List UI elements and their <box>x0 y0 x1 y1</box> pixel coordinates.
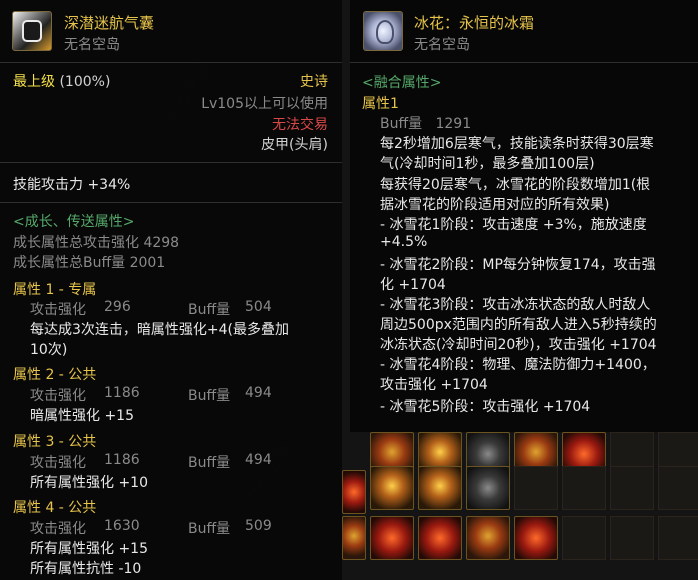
inventory-slot-item[interactable] <box>418 466 462 510</box>
growth-total-attack: 成长属性总攻击强化 4298 <box>13 235 180 251</box>
trade-status: 无法交易 <box>272 117 328 133</box>
fusion-section-title: <融合属性> <box>362 75 442 91</box>
fusion-desc-line: - 冰雪花4阶段：物理、魔法防御力+1400， <box>380 357 656 373</box>
attribute-desc: 所有属性强化 +15 <box>30 541 148 557</box>
item-name: 冰花：永恒的冰霜 <box>414 14 535 32</box>
attribute-buff-value: 504 <box>245 299 272 315</box>
attribute-buff-label: Buff量 <box>188 521 231 537</box>
inventory-slot-empty[interactable] <box>562 466 606 510</box>
inventory-slot-empty[interactable] <box>562 516 606 560</box>
divider <box>0 162 342 163</box>
attribute-desc: 所有属性抗性 -10 <box>30 561 142 577</box>
attribute-desc: 每达成3次连击，暗属性强化+4(最多叠加 <box>30 322 290 338</box>
inventory-slot-item[interactable] <box>514 516 558 560</box>
fusion-desc-line: 化 +1704 <box>380 277 446 293</box>
attribute-buff-value: 509 <box>245 518 272 534</box>
attribute-buff-label: Buff量 <box>188 302 231 318</box>
inventory-slot-empty[interactable] <box>514 466 558 510</box>
fusion-attribute-title: 属性1 <box>362 96 399 112</box>
attribute-attack-label: 攻击强化 <box>30 388 86 404</box>
grade-percent: (100%) <box>59 74 111 90</box>
fusion-desc-line: - 冰雪花5阶段：攻击强化 +1704 <box>380 399 591 415</box>
item-icon <box>12 11 52 51</box>
growth-total-buff: 成长属性总Buff量 2001 <box>13 255 166 271</box>
inventory-slot-item[interactable] <box>342 516 366 560</box>
skill-attack: 技能攻击力 +34% <box>13 177 131 193</box>
attribute-attack-label: 攻击强化 <box>30 455 86 471</box>
attribute-attack-label: 攻击强化 <box>30 521 86 537</box>
rarity-label: 史诗 <box>300 74 328 90</box>
fusion-desc-line: 每获得20层寒气，冰雪花的阶段数增加1(根 <box>380 177 651 193</box>
grade-line: 最上级 (100%) <box>13 71 110 91</box>
attribute-buff-label: Buff量 <box>188 388 231 404</box>
inventory-slot-empty[interactable] <box>658 466 698 510</box>
attribute-attack-value: 296 <box>104 299 131 315</box>
inventory-slot-empty[interactable] <box>610 466 654 510</box>
attribute-attack-value: 1186 <box>104 452 140 468</box>
attribute-title: 属性 3 - 公共 <box>13 434 97 450</box>
inventory-slot-item[interactable] <box>370 466 414 510</box>
attribute-title: 属性 2 - 公共 <box>13 367 97 383</box>
fusion-buff-value: Buff量 1291 <box>380 116 472 132</box>
server-name: 无名空岛 <box>414 37 470 53</box>
inventory-slot-item[interactable] <box>466 466 510 510</box>
item-name: 深潜迷航气囊 <box>64 14 155 32</box>
growth-section-title: <成长、传送属性> <box>13 214 135 230</box>
grade-label: 最上级 <box>13 74 55 90</box>
inventory-slot-empty[interactable] <box>610 516 654 560</box>
divider <box>0 202 342 203</box>
equip-slot: 皮甲(头肩) <box>261 137 328 153</box>
attribute-desc: 所有属性强化 +10 <box>30 475 148 491</box>
server-name: 无名空岛 <box>64 37 120 53</box>
inventory-slot-item[interactable] <box>370 516 414 560</box>
inventory-slot-item[interactable] <box>342 470 366 514</box>
attribute-desc: 10次) <box>30 342 68 358</box>
attribute-attack-value: 1630 <box>104 518 140 534</box>
attribute-desc: 暗属性强化 +15 <box>30 408 134 424</box>
attribute-buff-value: 494 <box>245 385 272 401</box>
attribute-attack-value: 1186 <box>104 385 140 401</box>
divider <box>350 62 698 63</box>
inventory-slot-item[interactable] <box>418 516 462 560</box>
item-tooltip-left: 深潜迷航气囊 无名空岛 最上级 (100%) 史诗 Lv105以上可以使用 无法… <box>0 0 342 580</box>
level-requirement: Lv105以上可以使用 <box>201 96 328 112</box>
fusion-desc-line: 周边500px范围内的所有敌人进入5秒持续的 <box>380 317 657 333</box>
fusion-desc-line: - 冰雪花2阶段：MP每分钟恢复174，攻击强 <box>380 257 656 273</box>
attribute-buff-label: Buff量 <box>188 455 231 471</box>
fusion-desc-line: 每2秒增加6层寒气，技能读条时获得30层寒 <box>380 136 654 152</box>
item-icon <box>363 11 403 51</box>
fusion-desc-line: - 冰雪花1阶段：攻击速度 +3%，施放速度 <box>380 217 647 233</box>
fusion-desc-line: - 冰雪花3阶段：攻击冰冻状态的敌人时敌人 <box>380 297 651 313</box>
attribute-attack-label: 攻击强化 <box>30 302 86 318</box>
inventory-slot-empty[interactable] <box>658 516 698 560</box>
fusion-desc-line: 气(冷却时间1秒，最多叠加100层) <box>380 156 595 172</box>
fusion-desc-line: 冰冻状态(冷却时间20秒)，攻击强化 +1704 <box>380 337 657 353</box>
attribute-title: 属性 1 - 专属 <box>13 282 97 298</box>
divider <box>0 62 342 63</box>
item-tooltip-right: 冰花：永恒的冰霜 无名空岛 <融合属性> 属性1 Buff量 1291 每2秒增… <box>350 0 698 432</box>
fusion-desc-line: +4.5% <box>380 234 428 250</box>
fusion-desc-line: 攻击强化 +1704 <box>380 377 488 393</box>
attribute-title: 属性 4 - 公共 <box>13 500 97 516</box>
attribute-buff-value: 494 <box>245 452 272 468</box>
fusion-desc-line: 据冰雪花的阶段适用对应的所有效果) <box>380 197 610 213</box>
inventory-slot-item[interactable] <box>466 516 510 560</box>
